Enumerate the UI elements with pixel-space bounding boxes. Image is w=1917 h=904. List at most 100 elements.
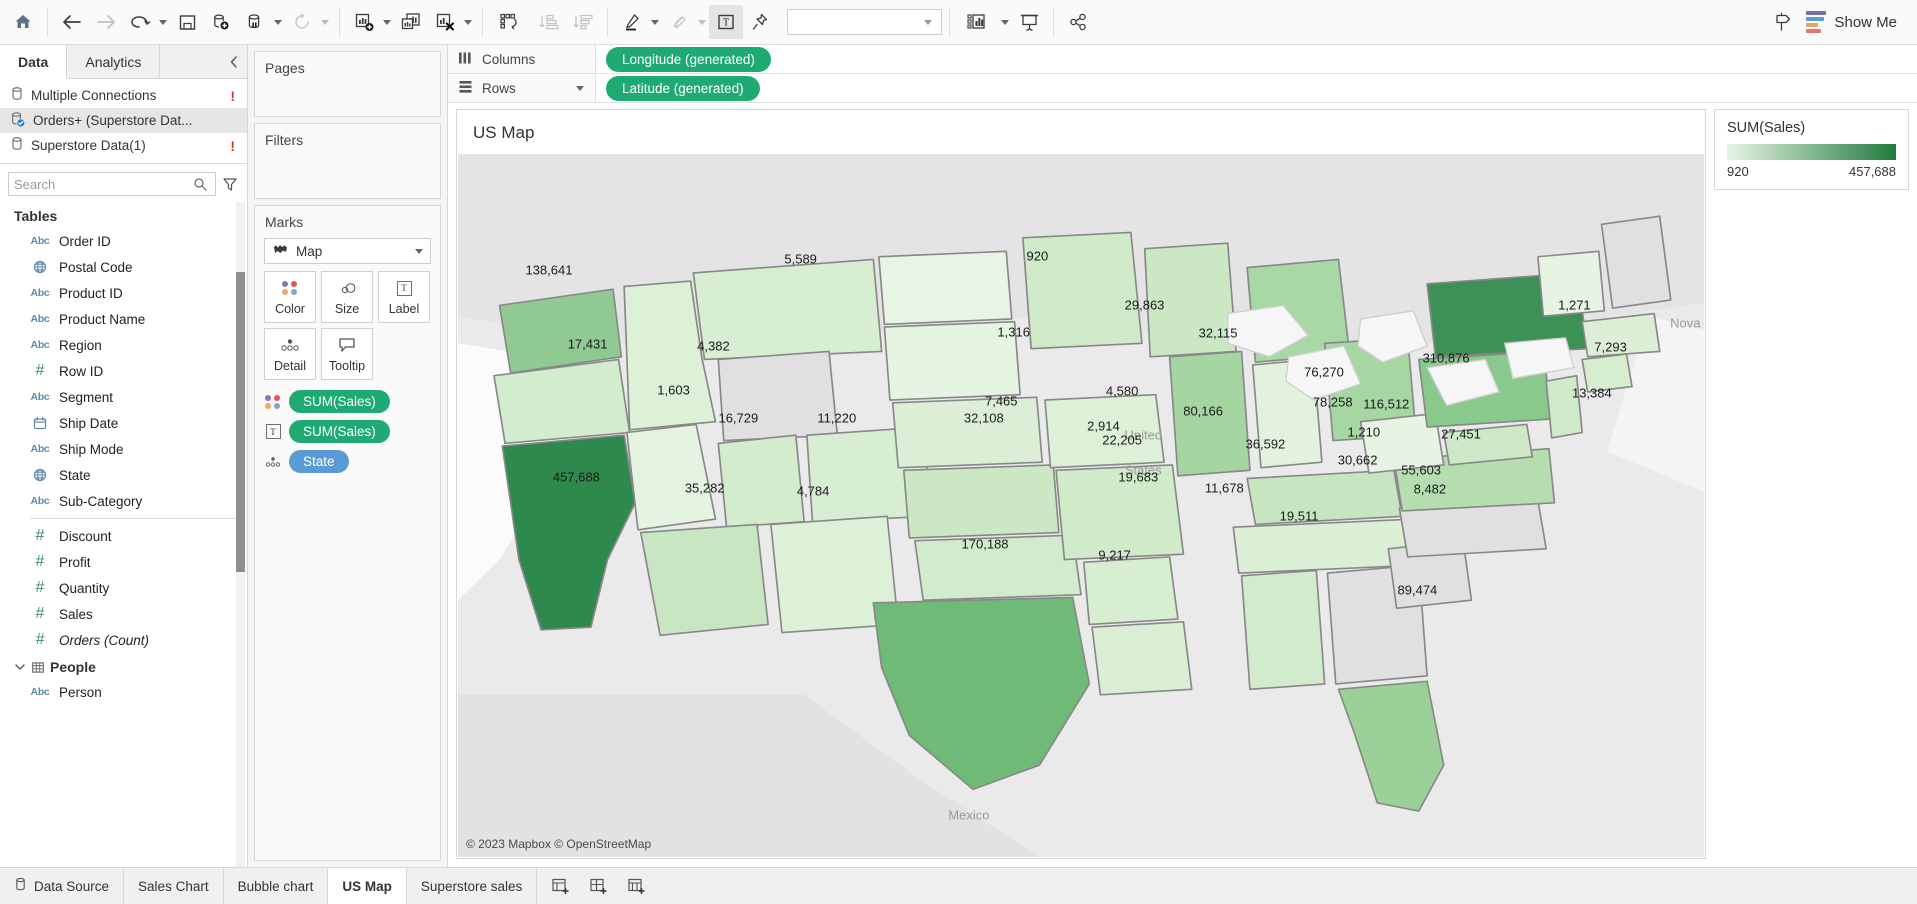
field-product-name[interactable]: Abc Product Name <box>0 306 247 332</box>
fit-axis-caret-icon[interactable] <box>698 20 706 25</box>
pages-card[interactable]: Pages <box>254 51 441 117</box>
field-orders-count[interactable]: # Orders (Count) <box>0 627 247 653</box>
map-canvas[interactable]: UnitedStatesMexicoNova 138,6415,58992029… <box>458 154 1704 857</box>
field-ship-mode[interactable]: Abc Ship Mode <box>0 436 247 462</box>
map-state-kansas[interactable] <box>904 465 1059 538</box>
show-me-button[interactable]: Show Me <box>1800 5 1911 39</box>
new-worksheet-tab-icon[interactable] <box>543 869 577 903</box>
refresh-data-source-icon[interactable] <box>285 5 319 39</box>
sort-ascending-icon[interactable] <box>532 5 566 39</box>
field-sales[interactable]: # Sales <box>0 601 247 627</box>
field-discount[interactable]: # Discount <box>0 523 247 549</box>
swap-rows-columns-icon[interactable] <box>490 5 532 39</box>
map-state-utah[interactable] <box>718 435 804 527</box>
field-person[interactable]: Abc Person <box>0 679 247 705</box>
rows-shelf-content[interactable]: Latitude (generated) <box>596 74 1917 102</box>
search-field[interactable] <box>14 177 190 192</box>
duplicate-sheet-icon[interactable] <box>394 5 428 39</box>
map-state-maine[interactable] <box>1602 216 1671 308</box>
dashboard-caret-icon[interactable] <box>1001 20 1009 25</box>
new-worksheet-caret-icon[interactable] <box>383 20 391 25</box>
highlight-icon[interactable] <box>615 5 649 39</box>
undo-icon[interactable] <box>123 5 157 39</box>
field-quantity[interactable]: # Quantity <box>0 575 247 601</box>
pill-label[interactable]: State <box>289 450 349 473</box>
clear-sheet-icon[interactable] <box>428 5 462 39</box>
new-data-source-icon[interactable] <box>204 5 238 39</box>
pill-longitude[interactable]: Longitude (generated) <box>606 47 771 72</box>
marks-pill-detail-state[interactable]: State <box>264 450 431 473</box>
marks-pill-label-sum-sales[interactable]: T SUM(Sales) <box>264 420 431 443</box>
mark-type-dropdown[interactable]: Map <box>264 238 431 264</box>
tab-us-map[interactable]: US Map <box>328 868 407 904</box>
undo-dropdown-caret-icon[interactable] <box>159 20 167 25</box>
tab-analytics[interactable]: Analytics <box>67 45 160 78</box>
field-group-tables[interactable]: Tables <box>0 202 247 228</box>
home-icon[interactable] <box>6 5 40 39</box>
refresh-dropdown-caret-icon[interactable] <box>321 20 329 25</box>
clear-sheet-caret-icon[interactable] <box>464 20 472 25</box>
presentation-pin-icon[interactable] <box>743 5 777 39</box>
pause-auto-updates-icon[interactable] <box>238 5 272 39</box>
presentation-mode-icon[interactable] <box>1012 5 1046 39</box>
map-state-arkansas[interactable] <box>1084 557 1178 625</box>
map-state-louisiana[interactable] <box>1092 622 1192 695</box>
tab-superstore-sales[interactable]: Superstore sales <box>407 868 537 904</box>
marks-detail-button[interactable]: Detail <box>264 328 316 380</box>
fit-axis-icon[interactable] <box>662 5 696 39</box>
field-profit[interactable]: # Profit <box>0 549 247 575</box>
tab-bubble-chart[interactable]: Bubble chart <box>224 868 329 904</box>
pill-latitude[interactable]: Latitude (generated) <box>606 76 760 101</box>
marks-pill-color-sum-sales[interactable]: SUM(Sales) <box>264 390 431 413</box>
new-dashboard-tab-icon[interactable] <box>581 869 615 903</box>
map-state-kentucky[interactable] <box>1247 470 1402 524</box>
columns-shelf-content[interactable]: Longitude (generated) <box>596 45 1917 73</box>
back-arrow-icon[interactable] <box>55 5 89 39</box>
field-list[interactable]: Tables Abc Order ID Postal Code Abc Prod… <box>0 202 247 867</box>
color-legend[interactable]: SUM(Sales) 920 457,688 <box>1714 109 1909 190</box>
sort-descending-icon[interactable] <box>566 5 600 39</box>
rows-shelf-caret-icon[interactable] <box>574 86 587 91</box>
pill-label[interactable]: SUM(Sales) <box>289 390 390 413</box>
data-source-item-superstore-data-1[interactable]: Superstore Data(1) ! <box>0 133 247 158</box>
field-product-id[interactable]: Abc Product ID <box>0 280 247 306</box>
dashboard-icon[interactable] <box>957 5 999 39</box>
data-source-item-orders-superstore[interactable]: Orders+ (Superstore Dat... <box>0 108 247 133</box>
map-state-wyoming[interactable] <box>718 351 837 440</box>
columns-shelf[interactable]: Columns Longitude (generated) <box>448 45 1917 74</box>
map-state-nebraska[interactable] <box>893 397 1043 467</box>
tab-data-source[interactable]: Data Source <box>0 868 124 904</box>
tab-data[interactable]: Data <box>0 45 67 79</box>
filter-funnel-icon[interactable] <box>222 176 238 192</box>
filters-card[interactable]: Filters <box>254 123 441 199</box>
field-order-id[interactable]: Abc Order ID <box>0 228 247 254</box>
save-icon[interactable] <box>170 5 204 39</box>
collapse-panel-icon[interactable] <box>221 45 247 78</box>
marks-size-button[interactable]: Size <box>321 271 373 323</box>
marks-tooltip-button[interactable]: Tooltip <box>321 328 373 380</box>
fit-dropdown[interactable] <box>787 9 942 35</box>
field-group-people[interactable]: People <box>0 653 247 679</box>
field-ship-date[interactable]: Ship Date <box>0 410 247 436</box>
highlight-caret-icon[interactable] <box>651 20 659 25</box>
rows-shelf[interactable]: Rows Latitude (generated) <box>448 74 1917 103</box>
marks-label-button[interactable]: T Label <box>378 271 430 323</box>
map-state-alabama[interactable] <box>1242 570 1325 689</box>
field-sub-category[interactable]: Abc Sub-Category <box>0 488 247 514</box>
field-segment[interactable]: Abc Segment <box>0 384 247 410</box>
pause-dropdown-caret-icon[interactable] <box>274 20 282 25</box>
field-row-id[interactable]: # Row ID <box>0 358 247 384</box>
field-region[interactable]: Abc Region <box>0 332 247 358</box>
share-icon[interactable] <box>1061 5 1095 39</box>
new-story-tab-icon[interactable] <box>619 869 653 903</box>
new-worksheet-icon[interactable] <box>347 5 381 39</box>
show-mark-labels-icon[interactable]: T <box>709 5 743 39</box>
field-state[interactable]: State <box>0 462 247 488</box>
tab-sales-chart[interactable]: Sales Chart <box>124 868 224 904</box>
chevron-down-icon[interactable] <box>14 663 26 671</box>
map-state-north-dakota[interactable] <box>879 251 1012 324</box>
search-input[interactable] <box>8 172 216 196</box>
pill-label[interactable]: SUM(Sales) <box>289 420 390 443</box>
marks-color-button[interactable]: Color <box>264 271 316 323</box>
data-source-item-multiple-connections[interactable]: Multiple Connections ! <box>0 83 247 108</box>
